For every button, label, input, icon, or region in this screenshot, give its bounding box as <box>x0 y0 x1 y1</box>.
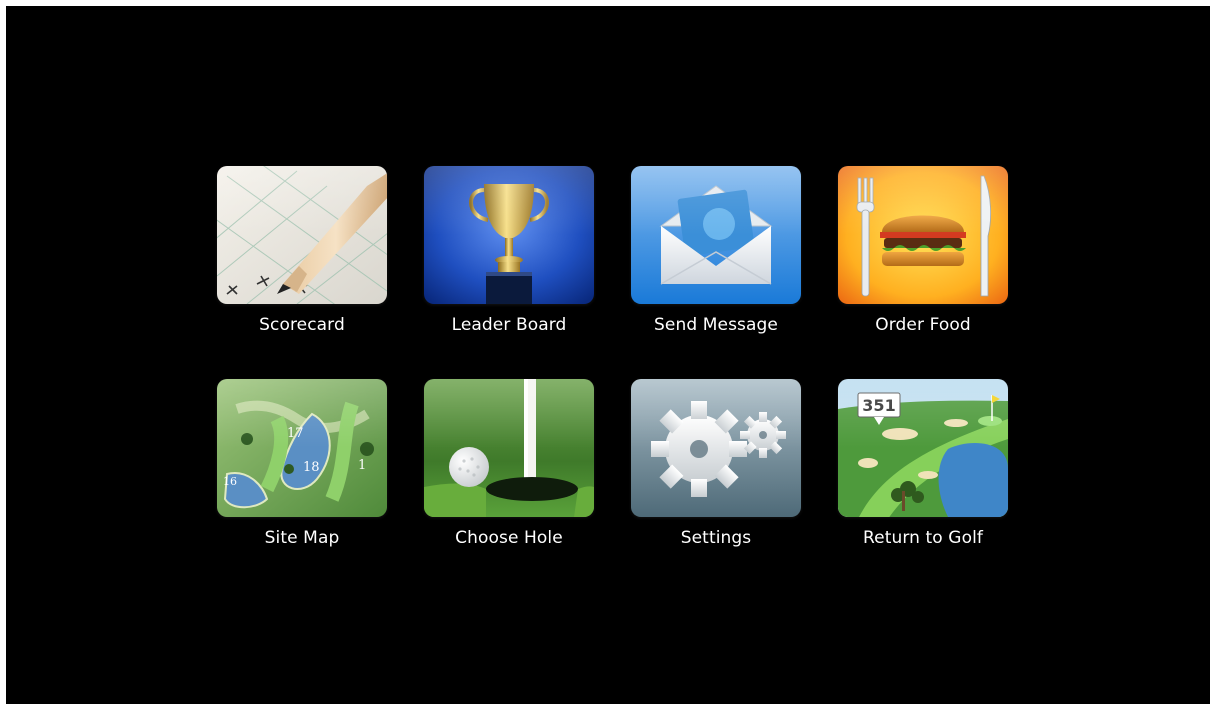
pencil-scorecard-icon <box>217 166 387 304</box>
site-map-button[interactable]: 17 18 16 1 Site Map <box>217 379 387 548</box>
send-message-button[interactable]: Send Message <box>631 166 801 335</box>
send-message-label: Send Message <box>654 315 778 335</box>
leader-board-label: Leader Board <box>451 315 567 335</box>
settings-label: Settings <box>680 528 752 548</box>
gears-icon <box>631 379 801 517</box>
leader-board-button[interactable]: Leader Board <box>424 166 594 335</box>
return-to-golf-button[interactable]: 351 Return to Golf <box>838 379 1008 548</box>
golf-ball-hole-icon <box>424 379 594 517</box>
burger-icon <box>838 166 1008 304</box>
order-food-label: Order Food <box>875 315 971 335</box>
trophy-icon <box>424 166 594 304</box>
course-map-icon: 17 18 16 1 <box>217 379 387 517</box>
scorecard-button[interactable]: Scorecard <box>217 166 387 335</box>
settings-button[interactable]: Settings <box>631 379 801 548</box>
site-map-label: Site Map <box>264 528 340 548</box>
scorecard-label: Scorecard <box>259 315 345 335</box>
choose-hole-label: Choose Hole <box>455 528 563 548</box>
return-to-golf-label: Return to Golf <box>863 528 983 548</box>
hole-17-label: 17 <box>287 426 304 441</box>
hole-18-label: 18 <box>303 460 320 475</box>
golf-hole-view-icon: 351 <box>838 379 1008 517</box>
hole-16-label: 16 <box>223 475 237 488</box>
hole-1-label: 1 <box>358 458 366 473</box>
main-menu-screen: Scorecard Leader Board Send Message Orde… <box>6 6 1210 704</box>
distance-readout: 351 <box>862 396 895 415</box>
order-food-button[interactable]: Order Food <box>838 166 1008 335</box>
envelope-icon <box>631 166 801 304</box>
choose-hole-button[interactable]: Choose Hole <box>424 379 594 548</box>
